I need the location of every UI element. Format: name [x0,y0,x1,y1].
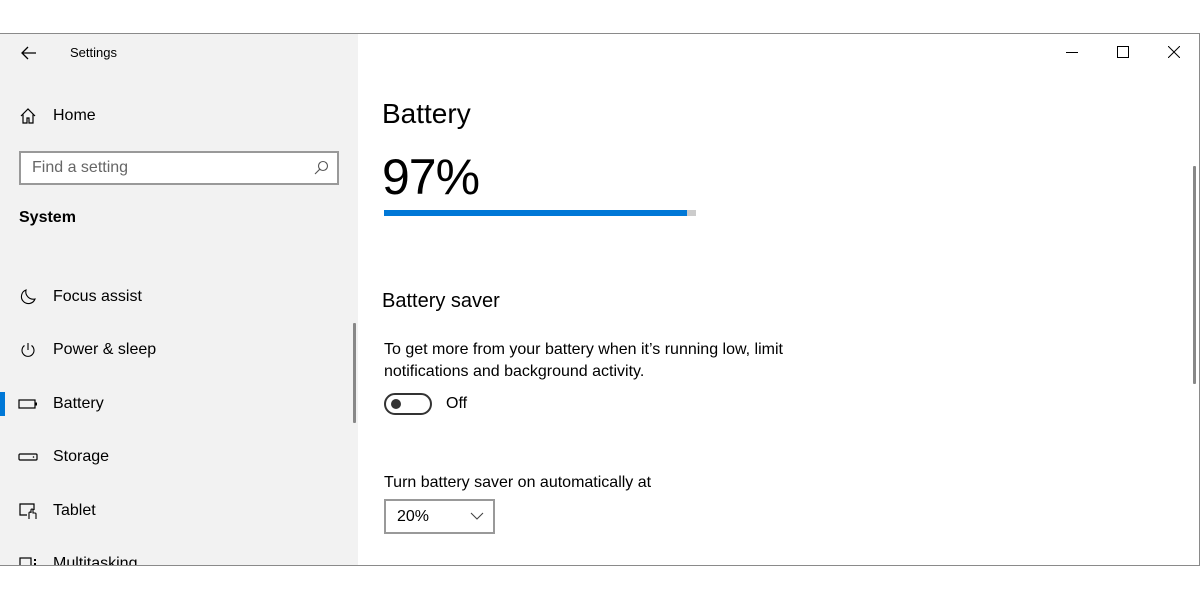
page-title: Battery [382,98,471,129]
window-controls [1046,34,1199,70]
home-icon [18,106,38,126]
maximize-icon [1116,46,1129,58]
sidebar-item-label: Storage [53,448,110,465]
sidebar-item-tablet[interactable]: Tablet [0,491,340,531]
sidebar-item-label: Multitasking [53,555,138,566]
sidebar-item-label: Battery [53,395,104,412]
auto-battery-saver-label: Turn battery saver on automatically at [384,474,652,491]
auto-battery-saver-dropdown[interactable]: 20% [384,499,495,534]
settings-window: Settings Home System Focus assist Power … [0,33,1200,566]
sidebar: Settings Home System Focus assist Power … [0,34,358,565]
sidebar-item-label: Tablet [53,502,96,519]
battery-percentage: 97% [382,149,480,205]
sidebar-item-label: Focus assist [53,288,142,305]
sidebar-item-home[interactable]: Home [18,104,96,128]
sidebar-item-storage[interactable]: Storage [0,437,340,477]
content-scrollbar[interactable] [1193,166,1196,384]
app-title: Settings [70,45,117,60]
close-button[interactable] [1148,34,1199,70]
main-content: Battery 97% Battery saver To get more fr… [358,34,1199,565]
toggle-knob [391,399,401,409]
search-input[interactable] [21,153,302,183]
minimize-icon [1065,52,1078,53]
storage-icon [18,447,38,467]
sidebar-item-label: Home [53,107,96,124]
multitasking-icon [18,554,38,565]
sidebar-item-focus-assist[interactable]: Focus assist [0,277,340,317]
back-arrow-icon [21,46,36,60]
power-icon [18,340,38,360]
battery-saver-toggle-row[interactable]: Off [384,393,467,415]
sidebar-item-battery[interactable]: Battery [0,384,340,424]
section-title: System [19,209,76,226]
search-box [19,151,339,185]
battery-saver-heading: Battery saver [382,290,500,312]
search-icon[interactable] [313,160,329,176]
toggle-state-label: Off [446,395,468,412]
sidebar-item-power-sleep[interactable]: Power & sleep [0,330,340,370]
battery-level-bar [384,210,696,216]
back-button[interactable] [18,42,40,64]
chevron-down-icon [470,512,484,520]
battery-level-fill [384,210,687,216]
battery-icon [18,394,38,414]
sidebar-item-multitasking[interactable]: Multitasking [0,544,340,566]
battery-saver-description: To get more from your battery when it’s … [384,341,783,380]
battery-saver-toggle[interactable] [384,393,432,415]
dropdown-value: 20% [397,507,430,525]
maximize-button[interactable] [1097,34,1148,70]
minimize-button[interactable] [1046,34,1097,70]
close-icon [1167,46,1180,58]
moon-icon [18,287,38,307]
sidebar-item-label: Power & sleep [53,341,157,358]
sidebar-scrollbar[interactable] [353,323,356,423]
tablet-icon [18,501,38,521]
